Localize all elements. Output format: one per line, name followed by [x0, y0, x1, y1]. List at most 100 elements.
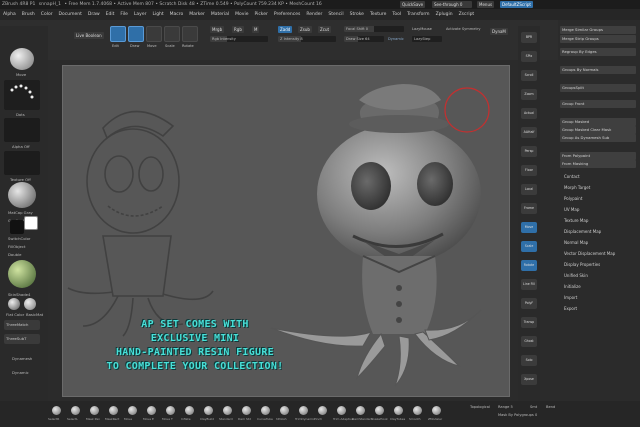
shelf-btn-xpose[interactable]: Xpose: [521, 374, 537, 385]
menu-zscript[interactable]: Zscript: [459, 9, 475, 20]
menu-layer[interactable]: Layer: [134, 9, 147, 20]
scale-button[interactable]: [164, 26, 180, 42]
lightbox-sphere[interactable]: [8, 260, 36, 288]
menu-material[interactable]: Material: [211, 9, 229, 20]
menu-texture[interactable]: Texture: [370, 9, 386, 20]
menu-alpha[interactable]: Alpha: [3, 9, 16, 20]
menu-tool[interactable]: Tool: [392, 9, 401, 20]
shelf-btn-aahalf[interactable]: AAHalf: [521, 127, 537, 138]
smt-toggle[interactable]: Smt: [530, 405, 537, 409]
bend-toggle[interactable]: Bend: [546, 405, 555, 409]
flat-color-sphere[interactable]: [8, 298, 20, 310]
pg-btn-merge-similar-groups[interactable]: Merge Similar Groups: [560, 26, 636, 34]
brush-dam-std-icon[interactable]: [242, 406, 251, 415]
shelf-btn-frame[interactable]: Frame: [521, 203, 537, 214]
subpalette-export[interactable]: Export: [564, 306, 577, 311]
brush-claybuild-icon[interactable]: [204, 406, 213, 415]
zscript-button[interactable]: DefaultZScript: [500, 1, 533, 8]
brush-trimdynamic-icon[interactable]: [299, 406, 308, 415]
pg-btn-group-masked[interactable]: Group Masked: [560, 118, 636, 126]
move-button[interactable]: [146, 26, 162, 42]
stroke-thumbnail[interactable]: [4, 80, 40, 110]
menu-transform[interactable]: Transform: [407, 9, 429, 20]
menu-marker[interactable]: Marker: [189, 9, 205, 20]
m-button[interactable]: M: [252, 26, 260, 33]
brush-maskrect-icon[interactable]: [109, 406, 118, 415]
edit-button[interactable]: [110, 26, 126, 42]
brush-standard-icon[interactable]: [223, 406, 232, 415]
shelf-btn-rotate[interactable]: Rotate: [521, 260, 537, 271]
subpalette-polypaint[interactable]: Polypaint: [564, 196, 582, 201]
shelf-button-2[interactable]: ThreeSubT: [4, 334, 40, 344]
menu-stencil[interactable]: Stencil: [328, 9, 343, 20]
shelf-btn-local[interactable]: Local: [521, 184, 537, 195]
pg-btn-from-masking[interactable]: From Masking: [560, 160, 636, 168]
brush-hpolish-icon[interactable]: [280, 406, 289, 415]
dynamesh-button[interactable]: DynaM: [490, 28, 508, 35]
brush-claytubes-icon[interactable]: [394, 406, 403, 415]
shelf-btn-persp[interactable]: Persp: [521, 146, 537, 157]
brush-curvetube-icon[interactable]: [261, 406, 270, 415]
brush-inflate-icon[interactable]: [185, 406, 194, 415]
zadd-button[interactable]: Zadd: [278, 26, 293, 33]
menu-edit[interactable]: Edit: [106, 9, 115, 20]
z-intensity-slider[interactable]: Z Intensity 8: [278, 36, 336, 42]
shelf-button-4[interactable]: Dynamic: [12, 370, 29, 375]
draw-size-slider[interactable]: Draw Size 64: [344, 36, 384, 42]
shelf-btn-solo[interactable]: Solo: [521, 355, 537, 366]
quicksave-button[interactable]: QuickSave: [400, 1, 426, 8]
shelf-btn-actual[interactable]: Actual: [521, 108, 537, 119]
subpalette-texture-map[interactable]: Texture Map: [564, 218, 588, 223]
subpalette-vector-displacement-map[interactable]: Vector Displacement Map: [564, 251, 615, 256]
menu-movie[interactable]: Movie: [235, 9, 248, 20]
shelf-btn-bpr[interactable]: BPR: [521, 32, 537, 43]
shelf-btn-zoom[interactable]: Zoom: [521, 89, 537, 100]
menu-zplugin[interactable]: Zplugin: [436, 9, 453, 20]
pg-btn-regroup-by-edges[interactable]: Regroup By Edges: [560, 48, 636, 56]
brush-thumbnail[interactable]: [10, 48, 34, 70]
shelf-btn-polyf[interactable]: PolyF: [521, 298, 537, 309]
brush-move-icon[interactable]: [128, 406, 137, 415]
rgb-button[interactable]: Rgb: [232, 26, 244, 33]
shelf-button-1[interactable]: ThreeMatch: [4, 320, 40, 330]
shelf-btn-scroll[interactable]: Scroll: [521, 70, 537, 81]
mrgb-button[interactable]: Mrgb: [210, 26, 225, 33]
shelf-btn-line-fill[interactable]: Line Fill: [521, 279, 537, 290]
rgb-intensity-slider[interactable]: Rgb Intensity: [210, 36, 268, 42]
menu-picker[interactable]: Picker: [254, 9, 267, 20]
double-toggle[interactable]: Double: [8, 252, 21, 257]
shelf-btn-transp[interactable]: Transp: [521, 317, 537, 328]
shelf-btn-move[interactable]: Move: [521, 222, 537, 233]
menu-document[interactable]: Document: [59, 9, 82, 20]
pg-btn-group-as-dynamesh-sub[interactable]: Group As Dynamesh Sub: [560, 134, 636, 142]
dynamic-toggle[interactable]: Dynamic: [388, 37, 404, 41]
menu-macro[interactable]: Macro: [170, 9, 184, 20]
switch-color-button[interactable]: SwitchColor: [8, 236, 30, 241]
brush-damstandard-icon[interactable]: [356, 406, 365, 415]
menu-preferences[interactable]: Preferences: [274, 9, 300, 20]
brush-selectr-icon[interactable]: [52, 406, 61, 415]
range-slider[interactable]: Range 5: [498, 405, 513, 409]
focal-shift-slider[interactable]: Focal Shift 0: [344, 26, 404, 32]
draw-button[interactable]: [128, 26, 144, 42]
lazy-step-slider[interactable]: LazyStep: [412, 36, 442, 42]
subpalette-normal-map[interactable]: Normal Map: [564, 240, 588, 245]
menu-brush[interactable]: Brush: [22, 9, 35, 20]
brush-snakehook-icon[interactable]: [375, 406, 384, 415]
subpalette-display-properties[interactable]: Display Properties: [564, 262, 600, 267]
material-thumbnail[interactable]: [8, 182, 36, 208]
shelf-btn-spix[interactable]: SPix: [521, 51, 537, 62]
shelf-btn-floor[interactable]: Floor: [521, 165, 537, 176]
brush-move-t-icon[interactable]: [166, 406, 175, 415]
brush-move-e-icon[interactable]: [147, 406, 156, 415]
pg-btn-group-front[interactable]: Group Front: [560, 100, 636, 108]
shelf-button-3[interactable]: Dynamesh: [12, 356, 32, 361]
pg-btn-merge-strip-groups[interactable]: Merge Strip Groups: [560, 35, 636, 43]
subpalette-uv-map[interactable]: UV Map: [564, 207, 579, 212]
texture-thumbnail[interactable]: [4, 151, 40, 175]
menu-stroke[interactable]: Stroke: [350, 9, 364, 20]
topological-toggle[interactable]: Topological: [470, 405, 490, 409]
subpalette-morph-target[interactable]: Morph Target: [564, 185, 590, 190]
rotate-button[interactable]: [182, 26, 198, 42]
brush-smooth-icon[interactable]: [413, 406, 422, 415]
